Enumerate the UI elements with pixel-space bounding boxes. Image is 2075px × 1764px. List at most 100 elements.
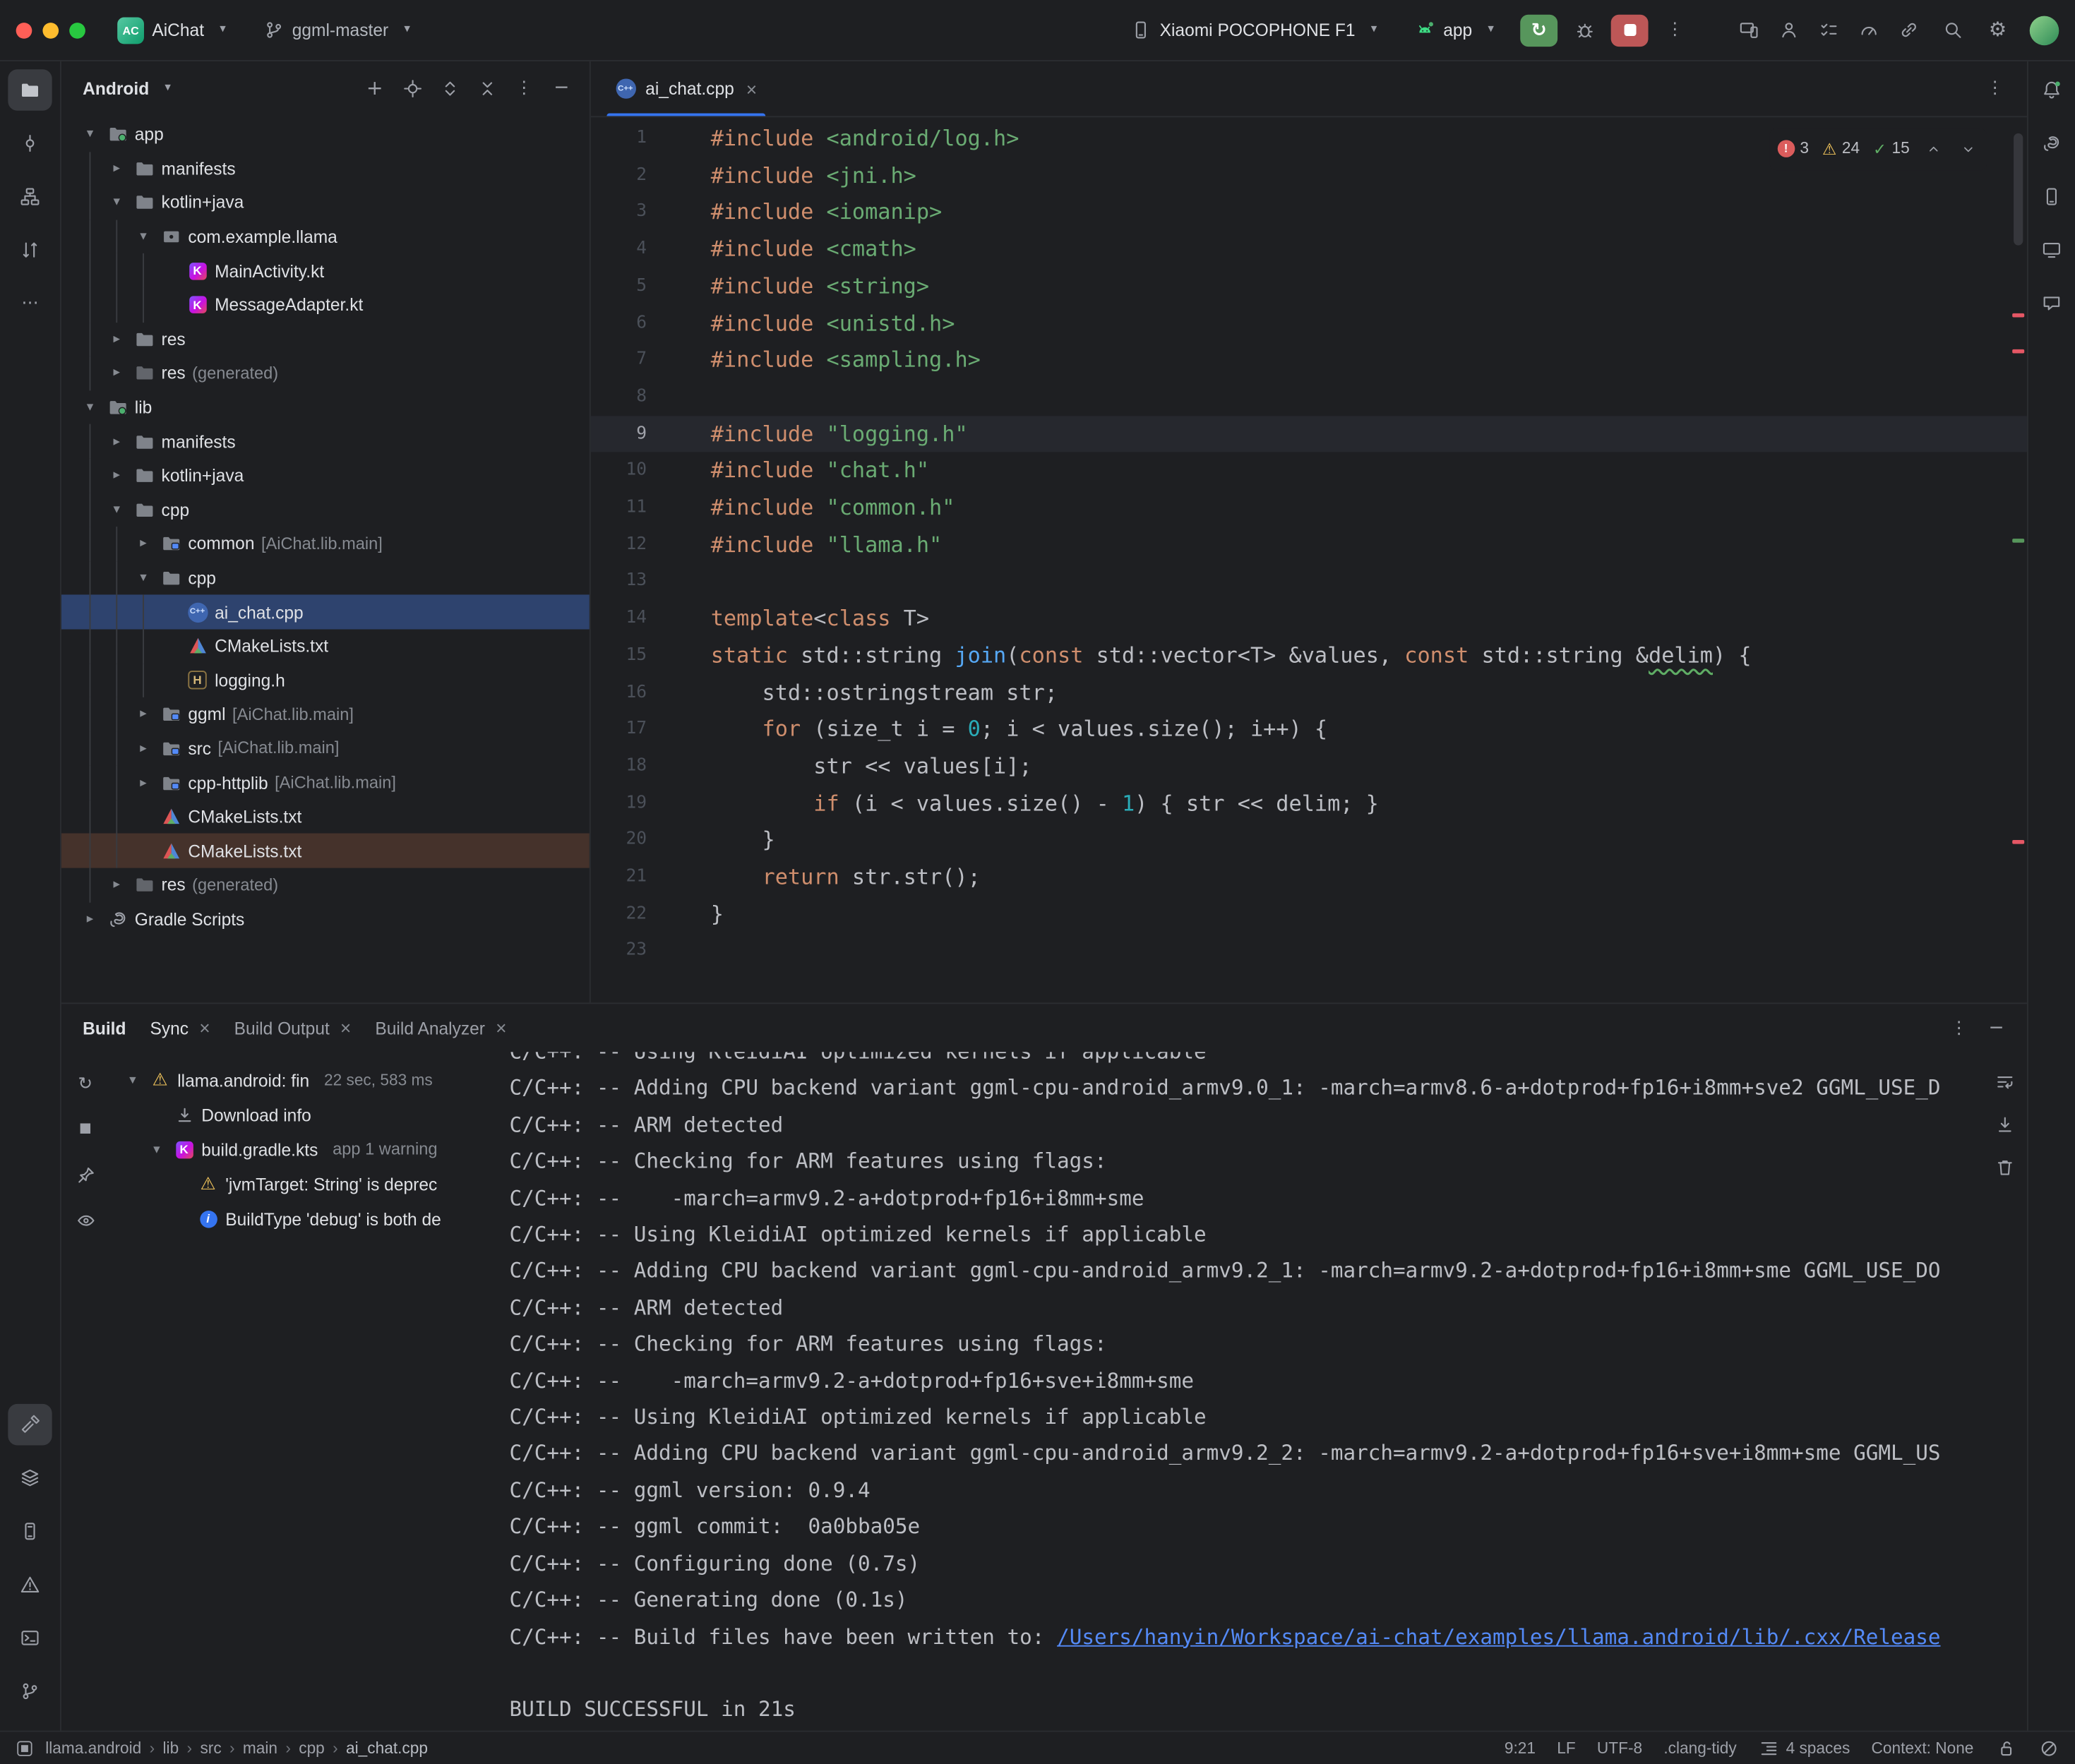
chevron-right-icon[interactable]: ▸: [133, 775, 153, 790]
tree-item-src[interactable]: ▸src[AiChat.lib.main]: [61, 731, 590, 765]
code-line-3[interactable]: 3#include <iomanip>: [591, 194, 2027, 231]
clang-tidy-widget[interactable]: .clang-tidy: [1663, 1739, 1736, 1757]
version-control-button[interactable]: [8, 1671, 52, 1712]
tree-item-com-example-llama[interactable]: ▾com.example.llama: [61, 220, 590, 253]
indent-widget[interactable]: 4 spaces: [1758, 1737, 1850, 1758]
prev-problem-icon[interactable]: [1923, 138, 1944, 160]
build-variants-button[interactable]: [8, 1457, 52, 1499]
minimize-window-button[interactable]: [42, 22, 59, 38]
chevron-down-icon[interactable]: ▾: [147, 1142, 167, 1157]
build-tab-build-output[interactable]: Build Output×: [234, 1017, 352, 1038]
chevron-right-icon[interactable]: ▸: [107, 878, 126, 893]
search-everywhere-button[interactable]: [1934, 13, 1971, 47]
project-widget[interactable]: AC AiChat ▾: [107, 11, 244, 49]
chevron-right-icon[interactable]: ▸: [133, 741, 153, 756]
filter-button[interactable]: [68, 1204, 102, 1236]
chevron-down-icon[interactable]: ▾: [123, 1073, 143, 1088]
code-line-10[interactable]: 10#include "chat.h": [591, 452, 2027, 489]
code-line-11[interactable]: 11#include "common.h": [591, 489, 2027, 526]
breadcrumb-src[interactable]: src: [200, 1739, 221, 1757]
device-selector[interactable]: Xiaomi POCOPHONE F1 ▾: [1120, 14, 1395, 46]
close-tab-icon[interactable]: ×: [199, 1017, 210, 1038]
stop-process-button[interactable]: ■: [68, 1113, 102, 1145]
code-line-9[interactable]: 9#include "logging.h": [591, 416, 2027, 452]
tree-item-cmakelists-txt[interactable]: CMakeLists.txt: [61, 629, 590, 663]
vcs-branch-widget[interactable]: ggml-master ▾: [252, 14, 429, 46]
build-tree-item[interactable]: iBuildType 'debug' is both de: [109, 1201, 496, 1236]
run-button[interactable]: ↻: [1520, 14, 1557, 46]
tree-item-res[interactable]: ▸res(generated): [61, 356, 590, 390]
code-line-17[interactable]: 17 for (size_t i = 0; i < values.size();…: [591, 711, 2027, 748]
chevron-right-icon[interactable]: ▸: [107, 161, 126, 176]
error-count[interactable]: ! 3: [1777, 131, 1809, 167]
code-line-21[interactable]: 21 return str.str();: [591, 859, 2027, 896]
clear-all-button[interactable]: [1987, 1151, 2021, 1182]
tree-item-kotlin-java[interactable]: ▾kotlin+java: [61, 186, 590, 220]
tree-item-manifests[interactable]: ▸manifests: [61, 152, 590, 186]
line-separator-widget[interactable]: LF: [1557, 1739, 1575, 1757]
code-line-19[interactable]: 19 if (i < values.size() - 1) { str << d…: [591, 785, 2027, 822]
error-stripe-mark[interactable]: [2012, 840, 2024, 844]
inspections-widget[interactable]: ! 3 ⚠ 24 ✓ 15: [1769, 128, 1987, 170]
code-line-6[interactable]: 6#include <unistd.h>: [591, 305, 2027, 342]
tree-item-lib[interactable]: ▾lib: [61, 390, 590, 424]
close-tab-icon[interactable]: ×: [746, 78, 757, 99]
tree-item-ai-chat-cpp[interactable]: C++ai_chat.cpp: [61, 595, 590, 629]
build-output-path-link[interactable]: /Users/hanyin/Workspace/ai-chat/examples…: [1057, 1625, 1940, 1649]
hide-build-window-button[interactable]: −: [1979, 1012, 2014, 1044]
checklist-button[interactable]: [1811, 14, 1846, 46]
tree-item-ggml[interactable]: ▸ggml[AiChat.lib.main]: [61, 697, 590, 731]
build-tree-item[interactable]: Download info: [109, 1097, 496, 1132]
tree-item-cpp[interactable]: ▾cpp: [61, 493, 590, 527]
build-tree-item[interactable]: ▾Kbuild.gradle.ktsapp 1 warning: [109, 1132, 496, 1167]
chevron-right-icon[interactable]: ▸: [107, 468, 126, 483]
code-line-5[interactable]: 5#include <string>: [591, 268, 2027, 304]
error-stripe[interactable]: [2009, 117, 2027, 1002]
chevron-down-icon[interactable]: ▾: [80, 127, 100, 142]
close-tab-icon[interactable]: ×: [340, 1017, 351, 1038]
error-stripe-mark[interactable]: [2012, 349, 2024, 354]
problems-button[interactable]: [8, 1564, 52, 1606]
run-config-selector[interactable]: app ▾: [1404, 14, 1512, 46]
build-tab-build-analyzer[interactable]: Build Analyzer×: [375, 1017, 506, 1038]
code-line-14[interactable]: 14template<class T>: [591, 600, 2027, 637]
tree-item-gradle-scripts[interactable]: ▸Gradle Scripts: [61, 902, 590, 936]
settings-button[interactable]: ⚙: [1979, 13, 2016, 47]
breadcrumb-llama-android[interactable]: llama.android: [45, 1739, 141, 1757]
file-encoding-widget[interactable]: UTF-8: [1597, 1739, 1642, 1757]
chevron-down-icon[interactable]: ▾: [80, 400, 100, 415]
add-button[interactable]: +: [357, 72, 392, 104]
chevron-right-icon[interactable]: ▸: [80, 912, 100, 927]
breadcrumb-lib[interactable]: lib: [163, 1739, 179, 1757]
link-button[interactable]: [1891, 14, 1925, 46]
more-v-button[interactable]: ⋮: [507, 72, 542, 104]
code-editor[interactable]: 1#include <android/log.h>2#include <jni.…: [591, 117, 2027, 1002]
collapse-all-button[interactable]: [470, 72, 504, 104]
code-line-8[interactable]: 8: [591, 378, 2027, 415]
code-line-23[interactable]: 23: [591, 932, 2027, 969]
warning-count[interactable]: ⚠ 24: [1822, 131, 1860, 167]
more-run-actions-button[interactable]: ⋮: [1656, 13, 1694, 47]
build-tab-sync[interactable]: Sync×: [150, 1017, 210, 1038]
app-quality-insights-button[interactable]: [2033, 282, 2071, 324]
profile-avatar[interactable]: [2030, 16, 2059, 45]
breadcrumb-ai-chat-cpp[interactable]: ai_chat.cpp: [346, 1739, 428, 1757]
project-view-selector[interactable]: Android ▾: [83, 78, 179, 99]
close-tab-icon[interactable]: ×: [496, 1017, 506, 1038]
code-line-20[interactable]: 20 }: [591, 822, 2027, 858]
breadcrumb-cpp[interactable]: cpp: [299, 1739, 325, 1757]
locate-button[interactable]: [395, 72, 429, 104]
next-problem-icon[interactable]: [1958, 138, 1979, 160]
close-window-button[interactable]: [16, 22, 32, 38]
code-line-18[interactable]: 18 str << values[i];: [591, 748, 2027, 785]
context-widget[interactable]: Context: None: [1872, 1739, 1974, 1757]
profiler-button[interactable]: [1851, 14, 1886, 46]
code-line-7[interactable]: 7#include <sampling.h>: [591, 342, 2027, 378]
tree-item-app[interactable]: ▾app: [61, 117, 590, 151]
build-tree-item[interactable]: ▾⚠llama.android: fin22 sec, 583 ms: [109, 1062, 496, 1097]
more-h-button[interactable]: ⋯: [8, 282, 52, 324]
caret-position-widget[interactable]: 9:21: [1505, 1739, 1536, 1757]
editor-tab-ai-chat-cpp[interactable]: C++ ai_chat.cpp ×: [599, 61, 773, 116]
tree-item-kotlin-java[interactable]: ▸kotlin+java: [61, 459, 590, 493]
build-window-title[interactable]: Build: [83, 1018, 126, 1038]
